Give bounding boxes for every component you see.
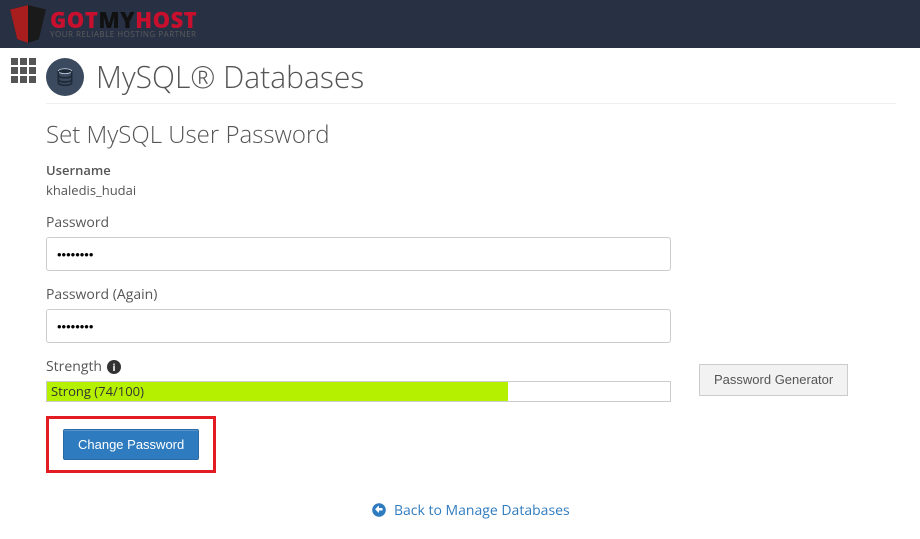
info-icon[interactable]: i [107, 360, 121, 374]
highlight-box: Change Password [46, 416, 216, 473]
shield-icon [10, 5, 46, 43]
app-header: GOTMYHOST YOUR RELIABLE HOSTING PARTNER [0, 0, 920, 48]
strength-meter-text: Strong (74/100) [47, 382, 670, 401]
page-heading: MySQL® Databases [46, 56, 896, 104]
apps-grid-icon[interactable] [11, 58, 36, 83]
back-link-label: Back to Manage Databases [394, 501, 570, 520]
username-value: khaledis_hudai [46, 181, 896, 199]
brand-tagline: YOUR RELIABLE HOSTING PARTNER [50, 31, 197, 39]
brand-text: GOTMYHOST YOUR RELIABLE HOSTING PARTNER [50, 9, 197, 39]
page-title: MySQL® Databases [96, 56, 364, 97]
database-icon [46, 58, 84, 96]
username-label: Username [46, 161, 896, 179]
password-label: Password [46, 213, 896, 232]
back-to-databases-link[interactable]: Back to Manage Databases [372, 501, 569, 520]
strength-label: Strength [46, 357, 102, 376]
arrow-left-circle-icon [372, 501, 394, 520]
password-field[interactable] [46, 237, 671, 271]
brand-logo[interactable]: GOTMYHOST YOUR RELIABLE HOSTING PARTNER [10, 5, 197, 43]
page-subtitle: Set MySQL User Password [46, 118, 896, 151]
strength-meter: Strong (74/100) [46, 381, 671, 402]
back-link-wrap: Back to Manage Databases [46, 501, 896, 520]
main-content: MySQL® Databases Set MySQL User Password… [46, 48, 920, 520]
sidebar [0, 48, 46, 520]
password-again-label: Password (Again) [46, 285, 896, 304]
password-generator-button[interactable]: Password Generator [699, 364, 848, 396]
password-again-field[interactable] [46, 309, 671, 343]
change-password-button[interactable]: Change Password [63, 429, 199, 460]
